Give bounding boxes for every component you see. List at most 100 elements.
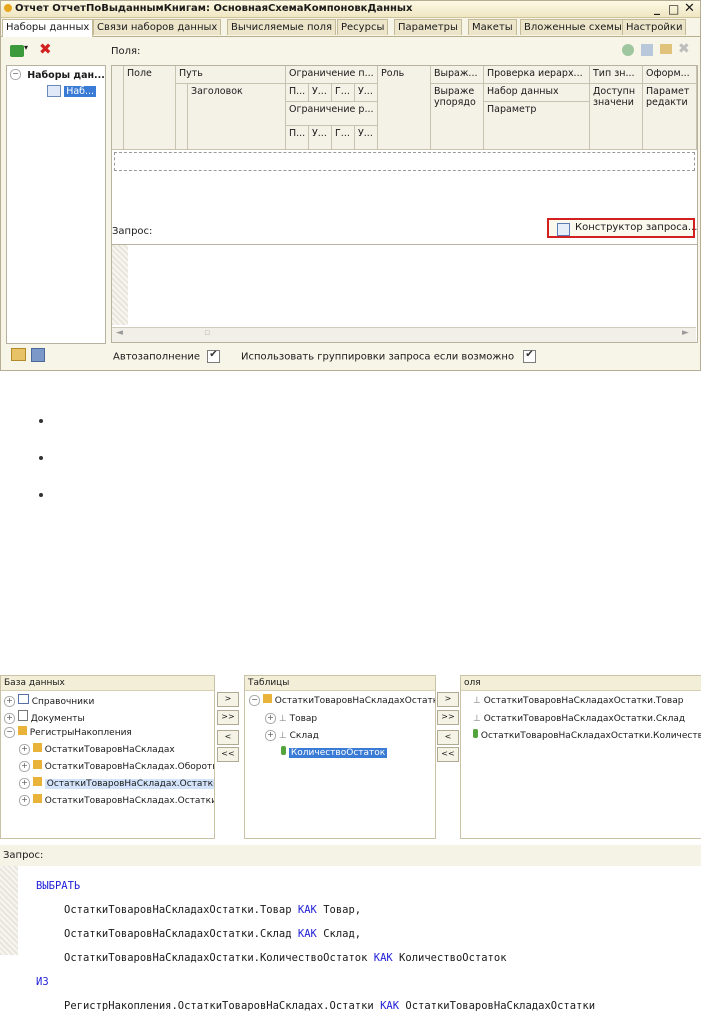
col-r2-1[interactable]: У...	[309, 126, 332, 150]
remove-all-fields-button[interactable]: <<	[437, 747, 459, 762]
code-line-4: РегистрНакопления.ОстаткиТоваровНаСклада…	[64, 1000, 596, 1012]
selected-field-product[interactable]: ⊥ ОстаткиТоваровНаСкладахОстатки.Товар	[473, 694, 683, 708]
code-line-2: ОстаткиТоваровНаСкладахОстатки.Склад КАК…	[64, 928, 362, 940]
col-title[interactable]: Заголовок	[188, 84, 286, 150]
remove-table-button[interactable]: <	[217, 730, 239, 745]
grid-corner	[112, 66, 124, 150]
datasets-panel: ▾ ✖ Поля: ✖ − Наборы дан... Наб... Поле …	[1, 37, 700, 370]
col-hierarchy-check[interactable]: Проверка иерарх...	[484, 66, 590, 84]
query-builder-button[interactable]: Конструктор запроса...	[547, 218, 698, 238]
col-expr[interactable]: Выраж...	[431, 66, 484, 84]
tree-root-label: Наборы дан...	[27, 69, 105, 81]
use-grouping-checkbox[interactable]	[523, 349, 537, 363]
add-all-tables-button[interactable]: >>	[217, 710, 239, 725]
delete-field-icon[interactable]: ✖	[678, 41, 690, 57]
tree-root[interactable]: − Наборы дан...	[10, 69, 105, 81]
window-title: Отчет ОтчетПоВыданнымКнигам: ОсновнаяСхе…	[15, 3, 413, 14]
db-item-register-turnovers[interactable]: + ОстаткиТоваровНаСкладах.Обороты	[19, 760, 214, 774]
add-field-button[interactable]: >	[437, 692, 459, 707]
col-dataset[interactable]: Набор данных	[484, 84, 590, 102]
db-item-register[interactable]: + ОстаткиТоваровНаСкладах	[19, 743, 175, 757]
db-item-documents[interactable]: + Документы	[4, 710, 85, 724]
tree-dataset-item[interactable]: Наб...	[47, 85, 97, 97]
col-r2-3[interactable]: У...	[355, 126, 378, 150]
autofill-checkbox[interactable]	[207, 349, 221, 363]
col-available-values[interactable]: Доступн значени	[590, 84, 643, 150]
col-parameter[interactable]: Параметр	[484, 102, 590, 150]
db-item-register-balances-turnovers[interactable]: + ОстаткиТоваровНаСкладах.ОстаткиИС	[19, 794, 214, 808]
col-value-type[interactable]: Тип зн...	[590, 66, 643, 84]
autofill-option[interactable]: Автозаполнение	[113, 349, 221, 363]
tables-header: Таблицы	[245, 676, 435, 691]
table-field-quantity[interactable]: КоличествоОстаток	[281, 746, 388, 760]
query-builder-label: Конструктор запроса...	[575, 222, 698, 233]
tab-resources[interactable]: Ресурсы	[337, 19, 389, 35]
scroll-left-icon[interactable]: ◄	[116, 328, 123, 338]
add-field-icon[interactable]	[622, 44, 634, 56]
col-path[interactable]: Путь	[176, 66, 286, 84]
app-icon	[4, 4, 12, 12]
minimize-button[interactable]: _	[654, 1, 660, 15]
tab-calculated-fields[interactable]: Вычисляемые поля	[227, 19, 337, 35]
query-code[interactable]: ВЫБРАТЬ ОстаткиТоваровНаСкладахОстатки.Т…	[36, 868, 595, 1036]
db-item-accumulation-registers[interactable]: − РегистрыНакопления	[4, 726, 132, 740]
delete-dataset-icon[interactable]: ✖	[39, 40, 52, 58]
col-format[interactable]: Оформ...	[643, 66, 697, 84]
table-icon	[47, 85, 61, 97]
query-text-label: Запрос:	[3, 850, 44, 861]
scroll-thumb[interactable]: ▫	[204, 328, 210, 338]
fields-header: оля	[461, 676, 701, 691]
use-grouping-option[interactable]: Использовать группировки запроса если во…	[241, 349, 537, 363]
col-r2-2[interactable]: Г...	[332, 126, 355, 150]
horizontal-scrollbar[interactable]: ◄ ▫ ►	[112, 327, 696, 342]
folder-add-icon[interactable]	[660, 44, 672, 54]
tables-pane: Таблицы − ОстаткиТоваровНаСкладахОстатки…	[244, 675, 436, 839]
db-item-catalogs[interactable]: + Справочники	[4, 694, 94, 708]
remove-all-tables-button[interactable]: <<	[217, 747, 239, 762]
col-r1-2[interactable]: Г...	[332, 84, 355, 102]
open-folder-icon[interactable]	[11, 348, 26, 361]
tab-parameters[interactable]: Параметры	[394, 19, 462, 35]
dropdown-arrow-icon[interactable]: ▾	[24, 43, 28, 52]
query-text-header: Запрос:	[0, 845, 701, 866]
col-role[interactable]: Роль	[378, 66, 431, 150]
query-builder-icon	[557, 223, 570, 236]
table-field-product[interactable]: + ⊥ Товар	[265, 712, 317, 726]
col-r1-3[interactable]: У...	[355, 84, 378, 102]
col-expr-order[interactable]: Выраже упорядо	[431, 84, 484, 150]
maximize-button[interactable]: □	[668, 2, 679, 16]
scroll-right-icon[interactable]: ►	[682, 328, 689, 338]
tab-dataset-links[interactable]: Связи наборов данных	[93, 19, 222, 35]
copy-field-icon[interactable]	[641, 44, 653, 56]
add-table-button[interactable]: >	[217, 692, 239, 707]
tab-layouts[interactable]: Макеты	[468, 19, 517, 35]
add-all-fields-button[interactable]: >>	[437, 710, 459, 725]
db-item-register-balances[interactable]: + ОстаткиТоваровНаСкладах.Остатки	[19, 777, 214, 791]
col-r2-0[interactable]: П...	[286, 126, 309, 150]
tab-datasets[interactable]: Наборы данных	[2, 19, 94, 37]
table-item-balances[interactable]: − ОстаткиТоваровНаСкладахОстатки	[249, 694, 435, 708]
tree-dataset-label: Наб...	[64, 86, 97, 97]
remove-field-button[interactable]: <	[437, 730, 459, 745]
fields-pane: оля ⊥ ОстаткиТоваровНаСкладахОстатки.Тов…	[460, 675, 701, 839]
add-dataset-icon[interactable]	[10, 45, 24, 57]
col-field[interactable]: Поле	[124, 66, 176, 150]
fields-label: Поля:	[111, 46, 141, 57]
selected-field-warehouse[interactable]: ⊥ ОстаткиТоваровНаСкладахОстатки.Склад	[473, 712, 685, 726]
collapse-icon[interactable]: −	[10, 69, 21, 80]
query-text-editor[interactable]: ◄ ▫ ►	[111, 244, 698, 343]
col-restrict-req[interactable]: Ограничение р...	[286, 102, 378, 126]
selected-field-quantity[interactable]: ОстаткиТоваровНаСкладахОстатки.Количеств…	[473, 729, 701, 743]
grid-empty-row[interactable]	[114, 152, 695, 171]
col-r1-0[interactable]: П...	[286, 84, 309, 102]
tab-settings[interactable]: Настройки	[622, 19, 687, 35]
table-field-warehouse[interactable]: + ⊥ Склад	[265, 729, 319, 743]
col-restrict-field[interactable]: Ограничение п...	[286, 66, 378, 84]
title-bar: Отчет ОтчетПоВыданнымКнигам: ОсновнаяСхе…	[1, 1, 700, 18]
save-icon[interactable]	[31, 348, 45, 362]
datasets-tree: − Наборы дан... Наб...	[6, 65, 106, 344]
col-r1-1[interactable]: У...	[309, 84, 332, 102]
tab-nested-schemas[interactable]: Вложенные схемы	[520, 19, 626, 35]
close-button[interactable]: ✕	[684, 1, 695, 16]
col-edit-params[interactable]: Парамет редакти	[643, 84, 697, 150]
